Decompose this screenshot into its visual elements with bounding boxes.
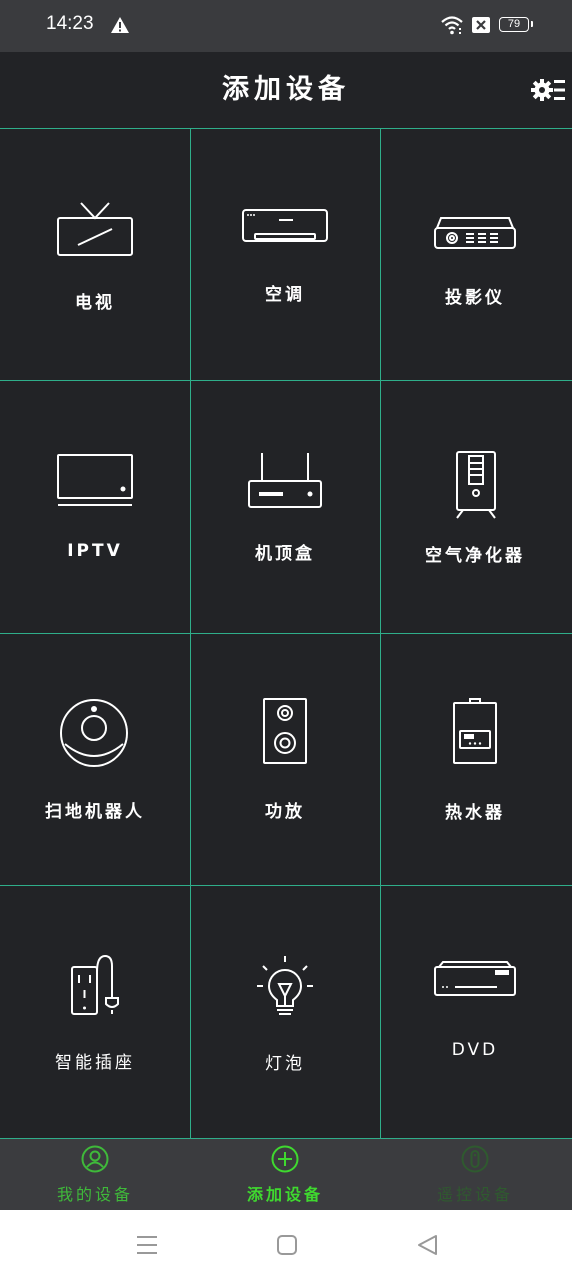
device-label: IPTV [67, 541, 123, 561]
device-tv[interactable]: 电视 [0, 128, 190, 380]
tab-my-devices[interactable]: 我的设备 [0, 1139, 190, 1211]
device-dvd[interactable]: DVD [380, 885, 570, 1137]
system-navigation-bar [0, 1210, 572, 1280]
add-device-screen: 14:23 79 添加设备 电视 空调 投影仪 IPTV 机顶盒 空气净化器 扫… [0, 0, 572, 1280]
device-speaker[interactable]: 功放 [190, 633, 380, 885]
device-projector[interactable]: 投影仪 [380, 128, 570, 380]
remote-icon [461, 1145, 489, 1173]
device-air-conditioner[interactable]: 空调 [190, 128, 380, 380]
device-robot-vacuum[interactable]: 扫地机器人 [0, 633, 190, 885]
device-label: 扫地机器人 [45, 802, 145, 822]
air-conditioner-icon [242, 209, 328, 242]
water-heater-icon [453, 698, 497, 764]
robot-vacuum-icon [60, 699, 128, 767]
device-label: 灯泡 [265, 1054, 305, 1074]
device-label: 智能插座 [55, 1053, 135, 1073]
back-icon[interactable] [414, 1232, 440, 1258]
air-purifier-icon [456, 451, 496, 519]
tab-add-device[interactable]: 添加设备 [190, 1139, 380, 1211]
tab-label: 我的设备 [56, 1185, 133, 1204]
no-sim-icon [472, 17, 490, 33]
light-bulb-icon [257, 956, 313, 1015]
projector-icon [434, 217, 516, 249]
bottom-tab-bar: 我的设备 添加设备 遥控设备 [0, 1138, 572, 1210]
device-label: 空气净化器 [425, 546, 525, 566]
device-set-top-box[interactable]: 机顶盒 [190, 380, 380, 632]
set-top-box-icon [248, 453, 322, 508]
device-label: 热水器 [445, 803, 505, 823]
device-label: DVD [451, 1040, 499, 1060]
device-water-heater[interactable]: 热水器 [380, 633, 570, 885]
tab-remote-devices[interactable]: 遥控设备 [380, 1139, 570, 1211]
device-label: 投影仪 [445, 288, 505, 308]
device-label: 空调 [265, 285, 305, 305]
smart-socket-icon [71, 954, 119, 1015]
status-time: 14:23 [46, 13, 94, 34]
device-light-bulb[interactable]: 灯泡 [190, 885, 380, 1137]
home-icon[interactable] [274, 1232, 300, 1258]
device-air-purifier[interactable]: 空气净化器 [380, 380, 570, 632]
speaker-icon [263, 698, 307, 764]
dvd-player-icon [434, 961, 516, 996]
page-title: 添加设备 [222, 74, 350, 105]
wifi-icon [441, 16, 463, 35]
warning-icon [111, 17, 129, 33]
device-label: 功放 [265, 802, 305, 822]
device-iptv[interactable]: IPTV [0, 380, 190, 632]
tab-label: 添加设备 [246, 1185, 323, 1204]
battery-indicator: 79 [499, 17, 533, 32]
device-grid: 电视 空调 投影仪 IPTV 机顶盒 空气净化器 扫地机器人 功放 热水器 智能… [0, 128, 572, 1138]
tv-icon [57, 202, 133, 256]
user-circle-icon [81, 1145, 109, 1173]
header: 添加设备 [0, 52, 572, 128]
iptv-icon [57, 454, 133, 506]
tab-label: 遥控设备 [436, 1185, 513, 1204]
settings-list-icon[interactable] [530, 74, 566, 106]
status-bar: 14:23 79 [0, 0, 572, 52]
plus-circle-icon [271, 1145, 299, 1173]
device-label: 电视 [75, 293, 115, 313]
menu-icon[interactable] [134, 1232, 160, 1258]
device-label: 机顶盒 [255, 544, 315, 564]
device-smart-socket[interactable]: 智能插座 [0, 885, 190, 1137]
